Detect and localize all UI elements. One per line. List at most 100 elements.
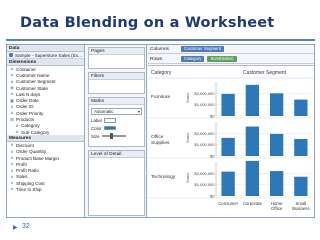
y-tick-label: $1,000,000 [194,142,215,147]
mark-type-value: Automatic [94,109,114,114]
tableau-window: Data Sample - Superstore Sales (Ex... Di… [6,44,315,218]
color-row[interactable]: Color [91,125,142,131]
columns-shelf[interactable]: Columns Customer Segment [148,45,314,54]
calendar-icon: ▦ [10,97,14,103]
y-tick-label: $2,000,000 [194,91,215,96]
y-tick-label: $0 [210,114,215,119]
measure-label: Discount [16,142,34,148]
category-header: Category [151,70,172,76]
hash-icon: # [10,173,14,179]
level-of-detail-title: Level of Detail [89,151,144,158]
rows-shelf[interactable]: Rows Category SUM(Sales) [148,55,314,64]
label-select[interactable] [103,117,116,123]
measure-label: Sales [16,174,28,180]
bar-furniture-2 [269,93,284,116]
dimension-label: Order ID [16,104,34,110]
x-tick-label: Consumer [218,201,238,206]
bar-technology-3 [294,176,308,196]
page-number: 32 [22,223,30,230]
y-axis-label: Sales [185,133,190,143]
data-pane: Data Sample - Superstore Sales (Ex... Di… [7,45,85,217]
bar-technology-2 [269,171,284,196]
segment-header: Customer Segment [243,70,287,76]
dimension-label: Order Date [16,98,39,104]
category-row-label: Furniture [151,94,171,100]
level-of-detail-card[interactable]: Level of Detail [88,150,145,216]
hash-icon: # [10,148,14,154]
filters-title: Filters [89,73,144,80]
mark-type-select[interactable]: Automatic ▾ [91,108,142,115]
abc-icon: A [15,122,19,128]
rows-pill-category[interactable]: Category [181,56,205,62]
bar-chart: Category Customer Segment Furniture Sales $0… [148,70,314,211]
measure-label: Product Base Margin [16,155,59,161]
dimension-label: Customer State [16,85,48,91]
hash-icon: # [10,161,14,167]
marks-title: Marks [89,98,144,105]
chart-view: Category Customer Segment Furniture Sales $0… [148,65,314,217]
abc-icon: A [10,110,14,116]
hash-icon: # [10,186,14,192]
hash-icon: # [10,155,14,160]
size-text: Size [91,133,100,139]
x-tick-label: Corporate [243,201,263,206]
category-row-label: Supplies [151,140,170,146]
chevron-down-icon: ▾ [137,109,140,114]
measures-list: # Discount # Order Quantity # Product Base Ma… [7,142,84,192]
y-tick-label: $1,000,000 [194,182,215,187]
y-tick-label: $0 [210,194,215,199]
label-text: Label [91,117,102,123]
abc-icon: A [10,78,14,84]
dimension-label: Customer Name [16,72,50,78]
columns-pill[interactable]: Customer Segment [181,46,225,52]
bar-technology-1 [245,160,260,196]
globe-icon: ◍ [10,85,14,91]
dimension-label: Sub-Category [21,129,50,135]
y-tick-label: $1,000,000 [194,102,215,107]
bar-furniture-1 [245,84,260,116]
category-row-label: Technology [151,174,176,180]
page-arrow-icon: ▶ [13,225,18,231]
abc-icon: A [10,66,14,72]
dimension-label: Products [16,117,35,123]
pages-title: Pages [89,48,144,55]
dimension-label: Category [21,123,40,129]
rows-pill-sales[interactable]: SUM(Sales) [207,56,237,62]
y-tick-label: $0 [210,154,215,159]
label-row[interactable]: Label [91,117,142,123]
filters-card[interactable]: Filters [88,72,145,94]
hash-icon: # [10,167,14,173]
y-axis-label: Sales [185,93,190,103]
dimension-label: Customer Segment [16,79,56,85]
dimensions-header: Dimensions [7,59,84,66]
bar-technology-0 [221,171,235,196]
abc-icon: A [10,72,14,78]
color-text: Color [91,125,102,131]
dimension-label: Last N days [16,91,41,97]
y-tick-label: $2,000,000 [194,131,215,136]
measure-label: Order Quantity [16,149,47,155]
bar-office-supplies-2 [269,133,284,156]
datasource-item[interactable]: Sample - Superstore Sales (Ex... [7,52,84,59]
size-row[interactable]: Size [91,133,142,139]
dimension-label: Container [16,66,36,72]
abc-icon: A [10,91,14,97]
database-icon [9,53,13,57]
color-swatch[interactable] [103,126,116,130]
measures-header: Measures [7,135,84,143]
x-tick-label: Business [292,206,309,211]
size-slider[interactable] [101,133,126,139]
measure-label: Time to Ship [16,186,42,192]
pages-card[interactable]: Pages [88,47,145,69]
category-row-label: Office [151,134,164,140]
datasource-label: Sample - Superstore Sales (Ex... [15,52,82,58]
abc-icon: A [15,129,19,135]
marks-card: Marks Automatic ▾ Label Color Size [88,97,145,147]
slide-title: Data Blending on a Worksheet [20,15,275,31]
hash-icon: # [10,103,14,109]
measure-label: Profit Ratio [16,168,39,174]
y-axis-label: Sales [185,173,190,183]
measure-item[interactable]: # Time to Ship [7,186,84,192]
hash-icon: # [10,142,14,148]
cards-column: Pages Filters Marks Automatic ▾ Label Co… [86,45,147,217]
